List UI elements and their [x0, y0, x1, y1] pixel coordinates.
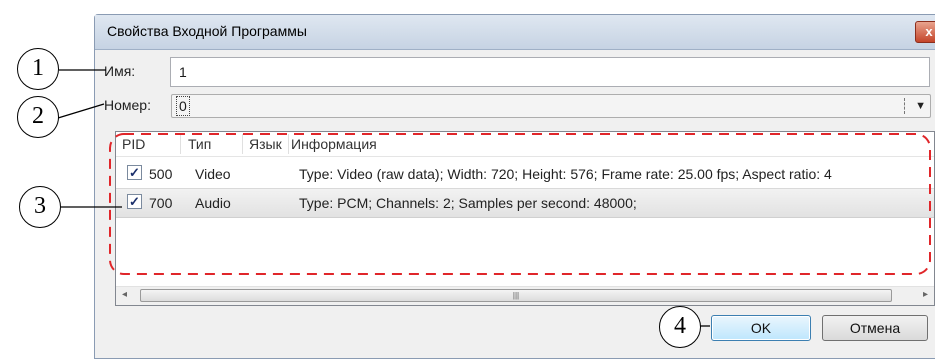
leader-line-2	[57, 103, 105, 119]
annotation-overlay	[57, 69, 931, 327]
highlight-dashed-frame	[109, 133, 931, 275]
callout-3: 3	[19, 186, 61, 228]
callout-4: 4	[659, 306, 701, 348]
callout-1: 1	[17, 48, 59, 90]
callout-2: 2	[17, 96, 59, 138]
